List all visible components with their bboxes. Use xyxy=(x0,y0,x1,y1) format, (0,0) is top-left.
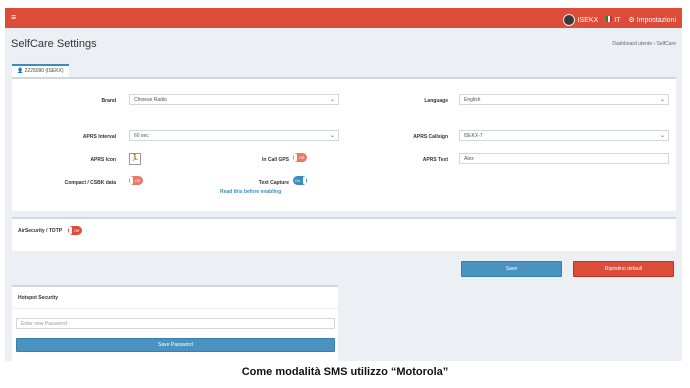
brand-value: Chinese Radio xyxy=(134,97,167,103)
toggle-knob xyxy=(294,154,297,161)
brand-label: Brand xyxy=(101,98,116,104)
text-capture-label: Text Capture xyxy=(258,180,289,186)
settings-label: Impostazioni xyxy=(636,17,676,24)
text-capture-toggle[interactable]: On xyxy=(293,176,307,185)
toggle-knob xyxy=(69,227,72,234)
language-menu[interactable]: IT xyxy=(606,16,620,24)
settings-panel: Brand Chinese Radio ⌄ Language English ⌄ A… xyxy=(12,77,676,211)
aprs-callsign-select[interactable]: I5EKX-7 ⌄ xyxy=(459,130,669,141)
brand-select[interactable]: Chinese Radio ⌄ xyxy=(129,94,339,105)
aprs-interval-label: APRS Interval xyxy=(82,134,116,140)
language-label: Language xyxy=(424,98,448,104)
aprs-icon-picker[interactable]: 🏃 xyxy=(129,153,141,165)
aprs-icon-label: APRS Icon xyxy=(90,157,116,163)
hotspot-panel: Hotspot Security Enter new Password Save… xyxy=(12,285,338,363)
aprs-interval-value: 60 sec xyxy=(134,133,149,139)
top-navbar: ≡ ISEKX IT ⚙ Impostazioni xyxy=(5,8,682,28)
compact-label: Compact / CSBK data xyxy=(64,180,116,186)
chevron-down-icon: ⌄ xyxy=(329,97,335,103)
italy-flag-icon xyxy=(606,16,613,22)
chevron-down-icon: ⌄ xyxy=(659,97,665,103)
page-title: SelfCare Settings xyxy=(11,38,97,50)
language-code: IT xyxy=(614,17,621,24)
tab-label: 2225090 (ISEKX) xyxy=(24,68,64,74)
save-password-button[interactable]: Save Password xyxy=(16,338,335,352)
caption: Come modalità SMS utilizzo “Motorola” xyxy=(241,366,449,378)
navbar-right: ISEKX IT ⚙ Impostazioni xyxy=(562,14,676,26)
toggle-state: Off xyxy=(299,155,305,160)
airsecurity-toggle[interactable]: Off xyxy=(68,226,82,235)
aprs-text-input[interactable]: Alex xyxy=(459,153,669,164)
password-placeholder: Enter new Password xyxy=(21,321,67,327)
user-menu[interactable]: ISEKX xyxy=(562,14,599,26)
user-icon: 👤 xyxy=(17,68,24,74)
toggle-state: On xyxy=(295,178,301,183)
chevron-down-icon: ⌄ xyxy=(329,133,335,139)
password-input[interactable]: Enter new Password xyxy=(16,318,335,329)
toggle-knob xyxy=(130,177,133,184)
reset-default-button[interactable]: Ripristino default xyxy=(573,261,674,277)
language-select[interactable]: English ⌄ xyxy=(459,94,669,105)
aprs-text-label: APRS Text xyxy=(422,157,448,163)
settings-menu[interactable]: ⚙ Impostazioni xyxy=(628,16,676,24)
breadcrumb[interactable]: Dashboard utente › SelfCare xyxy=(612,41,676,47)
in-call-gps-label: In Call GPS xyxy=(262,157,289,163)
read-before-enabling-link[interactable]: Read this before enabling xyxy=(220,189,281,195)
save-button[interactable]: Save xyxy=(461,261,562,277)
user-name: ISEKX xyxy=(577,16,599,24)
language-value: English xyxy=(464,97,481,103)
divider xyxy=(12,308,338,309)
aprs-text-value: Alex xyxy=(464,156,474,162)
hamburger-icon[interactable]: ≡ xyxy=(11,13,16,22)
in-call-gps-toggle[interactable]: Off xyxy=(293,153,307,162)
aprs-callsign-label: APRS Callsign xyxy=(413,134,448,140)
airsecurity-label: AirSecurity / TOTP xyxy=(18,228,63,234)
compact-toggle[interactable]: Off xyxy=(129,176,143,185)
aprs-interval-select[interactable]: 60 sec ⌄ xyxy=(129,130,339,141)
airsecurity-panel: AirSecurity / TOTP Off xyxy=(12,217,676,251)
tab-user[interactable]: 👤 2225090 (ISEKX) xyxy=(12,64,69,77)
content-area: SelfCare Settings Dashboard utente › Sel… xyxy=(5,28,682,363)
gear-icon: ⚙ xyxy=(628,17,635,24)
avatar xyxy=(562,14,575,26)
toggle-state: Off xyxy=(135,178,141,183)
toggle-state: Off xyxy=(74,228,80,233)
hotspot-title: Hotspot Security xyxy=(18,295,59,301)
aprs-callsign-value: I5EKX-7 xyxy=(464,133,483,139)
chevron-down-icon: ⌄ xyxy=(659,133,665,139)
toggle-knob xyxy=(303,177,306,184)
